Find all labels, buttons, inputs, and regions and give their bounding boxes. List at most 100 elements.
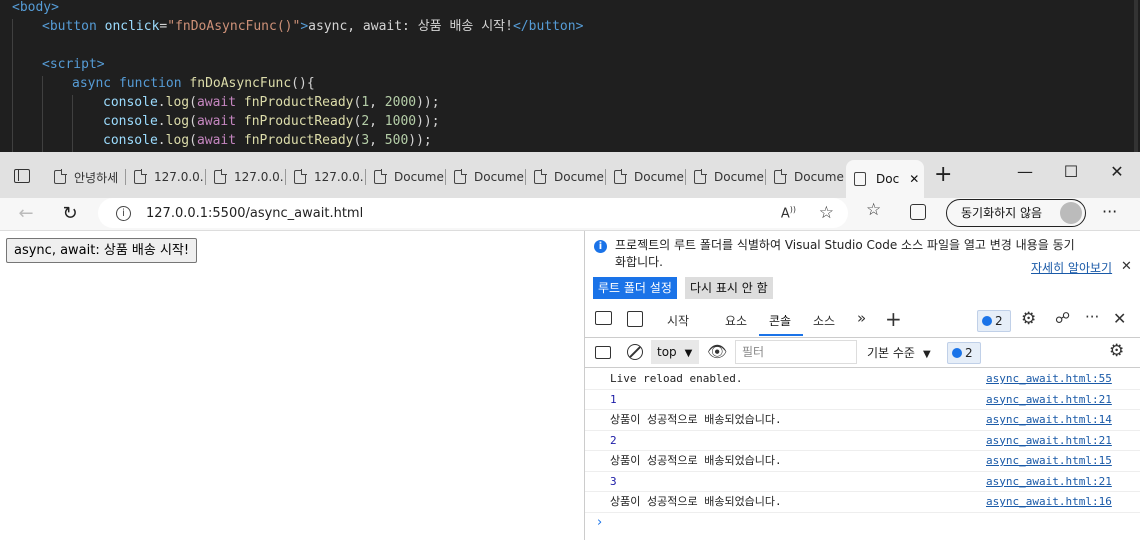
close-banner-icon[interactable]: ✕ <box>1121 259 1132 274</box>
browser-tab[interactable]: 127.0.0. <box>126 164 206 190</box>
page-icon <box>614 169 627 184</box>
page-icon <box>854 172 866 186</box>
page-icon <box>294 169 307 184</box>
url-text: 127.0.0.1:5500/async_await.html <box>146 205 364 221</box>
browser-tab[interactable]: 127.0.0. <box>206 164 286 190</box>
back-icon[interactable]: ← <box>12 200 40 228</box>
console-message: 1 async_await.html:21 <box>585 390 1140 410</box>
sidebar-toggle-icon[interactable] <box>595 346 611 359</box>
tab-welcome[interactable]: 시작 <box>667 312 689 329</box>
code-editor: <body> <button onclick="fnDoAsyncFunc()"… <box>0 0 1140 152</box>
source-link[interactable]: async_await.html:21 <box>986 472 1112 492</box>
page-icon <box>214 169 227 184</box>
more-tabs-icon[interactable]: » <box>857 309 866 327</box>
settings-icon[interactable]: ⚙ <box>1021 309 1036 329</box>
console-settings-icon[interactable]: ⚙ <box>1109 341 1124 361</box>
page-icon <box>54 169 67 184</box>
inspect-icon[interactable] <box>595 311 612 325</box>
console-message: 상품이 성공적으로 배송되었습니다. async_await.html:15 <box>585 451 1140 472</box>
browser-tab-active[interactable]: Doc ✕ <box>846 160 924 198</box>
add-tab-icon[interactable]: + <box>885 307 902 331</box>
page-icon <box>374 169 387 184</box>
tab-actions-icon[interactable] <box>14 169 30 183</box>
tab-console[interactable]: 콘솔 <box>769 312 791 329</box>
source-link[interactable]: async_await.html:55 <box>986 369 1112 389</box>
eye-icon[interactable]: 👁 <box>707 342 727 361</box>
browser-tab-bar: 안녕하세 127.0.0. 127.0.0. 127.0.0. Docume D… <box>0 152 1140 198</box>
console-prompt[interactable]: › <box>597 515 602 530</box>
start-delivery-button[interactable]: async, await: 상품 배송 시작! <box>6 238 198 263</box>
more-menu-icon[interactable]: ··· <box>1102 202 1117 221</box>
indent-guide <box>42 76 43 152</box>
source-link[interactable]: async_await.html:21 <box>986 390 1112 410</box>
tab-sources[interactable]: 소스 <box>813 312 835 329</box>
page-icon <box>694 169 707 184</box>
console-message: 상품이 성공적으로 배송되었습니다. async_await.html:14 <box>585 410 1140 431</box>
browser-tab[interactable]: Docume <box>766 164 844 190</box>
context-selector[interactable]: top ▼ <box>651 340 699 364</box>
indent-guide <box>12 19 13 152</box>
customize-icon[interactable]: ☍ <box>1055 309 1070 327</box>
browser-tab[interactable]: Docume <box>446 164 526 190</box>
browser-tab[interactable]: 127.0.0. <box>286 164 366 190</box>
code-line: console.log(await fnProductReady(2, 1000… <box>103 114 440 129</box>
add-favorite-icon[interactable]: ☆ <box>819 203 834 223</box>
minimize-button[interactable]: — <box>1002 160 1048 184</box>
profile-sync-button[interactable]: 동기화하지 않음 <box>946 199 1086 227</box>
site-info-icon[interactable]: i <box>116 205 131 221</box>
device-emulation-icon[interactable] <box>627 311 643 327</box>
indent-guide <box>72 95 73 152</box>
set-root-folder-button[interactable]: 루트 폴더 설정 <box>593 277 677 299</box>
browser-tab[interactable]: 안녕하세 <box>46 164 126 190</box>
console-log: Live reload enabled. async_await.html:55 … <box>585 369 1140 530</box>
editor-scrollbar[interactable] <box>1134 0 1138 152</box>
close-devtools-icon[interactable]: ✕ <box>1113 309 1126 328</box>
close-window-button[interactable]: ✕ <box>1094 160 1140 184</box>
read-aloud-icon[interactable]: A)) <box>781 205 796 221</box>
tab-label: Doc <box>876 172 900 186</box>
log-level-dropdown[interactable]: 기본 수준 ▼ <box>867 344 931 361</box>
issues-badge[interactable]: 2 <box>977 310 1011 332</box>
code-line: console.log(await fnProductReady(3, 500)… <box>103 133 432 148</box>
info-icon: i <box>594 240 607 253</box>
maximize-button[interactable]: ☐ <box>1048 160 1094 184</box>
issues-badge[interactable]: 2 <box>947 342 981 364</box>
tab-elements[interactable]: 요소 <box>725 312 747 329</box>
page-icon <box>454 169 467 184</box>
url-bar[interactable]: i 127.0.0.1:5500/async_await.html A)) ☆ <box>98 198 848 228</box>
code-line: async function fnDoAsyncFunc(){ <box>72 76 315 91</box>
browser-tab[interactable]: Docume <box>366 164 446 190</box>
refresh-icon[interactable]: ↻ <box>56 200 84 228</box>
browser-tab[interactable]: Docume <box>606 164 686 190</box>
favorites-icon[interactable]: ☆ <box>866 200 881 220</box>
active-tab-indicator <box>759 334 803 336</box>
info-banner: i 프로젝트의 루트 폴더를 식별하여 Visual Studio Code 소… <box>585 231 1140 306</box>
collections-icon[interactable] <box>910 204 926 220</box>
page-icon <box>534 169 547 184</box>
source-link[interactable]: async_await.html:15 <box>986 451 1112 471</box>
console-message: 상품이 성공적으로 배송되었습니다. async_await.html:16 <box>585 492 1140 513</box>
devtools-panel: i 프로젝트의 루트 폴더를 식별하여 Visual Studio Code 소… <box>584 231 1140 540</box>
clear-console-icon[interactable] <box>627 344 643 360</box>
browser-tab[interactable]: Docume <box>686 164 766 190</box>
page-icon <box>134 169 147 184</box>
code-line: console.log(await fnProductReady(1, 2000… <box>103 95 440 110</box>
dont-show-again-button[interactable]: 다시 표시 안 함 <box>685 277 773 299</box>
more-options-icon[interactable]: ··· <box>1085 308 1099 326</box>
learn-more-link[interactable]: 자세히 알아보기 <box>1031 259 1112 276</box>
code-line: <script> <box>42 57 105 72</box>
new-tab-button[interactable]: + <box>934 162 952 187</box>
code-line: <button onclick="fnDoAsyncFunc()">async,… <box>42 19 584 34</box>
console-message: 2 async_await.html:21 <box>585 431 1140 451</box>
console-message: Live reload enabled. async_await.html:55 <box>585 369 1140 390</box>
close-tab-icon[interactable]: ✕ <box>909 172 919 186</box>
source-link[interactable]: async_await.html:16 <box>986 492 1112 512</box>
browser-tab[interactable]: Docume <box>526 164 606 190</box>
console-message: 3 async_await.html:21 <box>585 472 1140 492</box>
filter-input[interactable]: 필터 <box>735 340 857 364</box>
address-bar-row: ← ↻ i 127.0.0.1:5500/async_await.html A)… <box>0 198 1140 231</box>
info-message: 프로젝트의 루트 폴더를 식별하여 Visual Studio Code 소스 … <box>615 238 1075 269</box>
source-link[interactable]: async_await.html:21 <box>986 431 1112 451</box>
source-link[interactable]: async_await.html:14 <box>986 410 1112 430</box>
page-icon <box>774 169 787 184</box>
